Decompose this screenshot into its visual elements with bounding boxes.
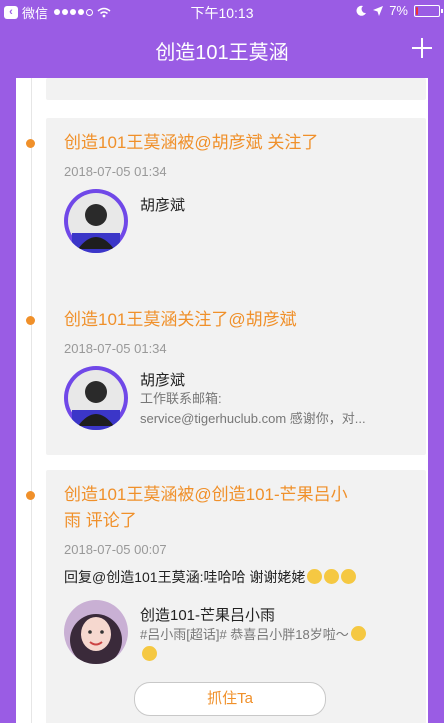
emoji-icon <box>350 626 366 641</box>
timeline-dot <box>26 491 35 500</box>
user-name[interactable]: 胡彦斌 <box>140 369 185 390</box>
feed-title[interactable]: 创造101王莫涵被@胡彦斌 关注了 <box>64 130 318 156</box>
feed-title[interactable]: 创造101王莫涵关注了@胡彦斌 <box>64 307 297 333</box>
feed-card[interactable]: 创造101王莫涵被@胡彦斌 关注了 2018-07-05 01:34 胡彦斌 <box>46 118 426 318</box>
emoji-icon <box>142 646 157 661</box>
status-bar: ‹ 微信 下午10:13 7% <box>0 0 444 22</box>
feed-time: 2018-07-05 01:34 <box>64 341 167 356</box>
feed-title-line2[interactable]: 雨 评论了 <box>64 508 137 534</box>
timeline-dot <box>26 316 35 325</box>
battery-percent: 7% <box>389 3 408 18</box>
battery-icon <box>414 4 443 17</box>
user-desc-line1: 工作联系邮箱: <box>140 391 222 406</box>
user-desc-line2: service@tigerhuclub.com 感谢你，对... <box>140 411 366 426</box>
feed-card[interactable]: 创造101王莫涵关注了@胡彦斌 2018-07-05 01:34 胡彦斌 工作联… <box>46 295 426 455</box>
emoji-icon <box>341 569 357 584</box>
status-right: 7% <box>356 3 443 18</box>
add-button[interactable] <box>408 34 436 62</box>
emoji-icon <box>307 569 323 584</box>
reply-text: 回复@创造101王莫涵:哇哈哈 谢谢姥姥 <box>64 567 357 587</box>
avatar[interactable] <box>64 600 128 664</box>
avatar[interactable] <box>64 366 128 430</box>
timeline-line <box>31 78 32 723</box>
reply-text-content: 回复@创造101王莫涵:哇哈哈 谢谢姥姥 <box>64 569 306 585</box>
user-desc-text: #吕小雨[超话]# 恭喜吕小胖18岁啦～ <box>140 627 349 642</box>
battery-level <box>416 6 418 15</box>
feed-card[interactable]: 创造101王莫涵被@创造101-芒果吕小 雨 评论了 2018-07-05 00… <box>46 470 426 723</box>
avatar[interactable] <box>64 189 128 253</box>
feed-time: 2018-07-05 01:34 <box>64 164 167 179</box>
timeline-dot <box>26 139 35 148</box>
page-title: 创造101王莫涵 <box>155 42 289 64</box>
nav-bar: 创造101王莫涵 <box>0 22 444 78</box>
user-name[interactable]: 创造101-芒果吕小雨 <box>140 604 275 625</box>
user-desc: #吕小雨[超话]# 恭喜吕小胖18岁啦～ <box>140 625 420 665</box>
feed-card-partial[interactable] <box>46 78 426 100</box>
plus-icon <box>412 38 432 58</box>
feed-list[interactable]: 创造101王莫涵被@胡彦斌 关注了 2018-07-05 01:34 胡彦斌 创… <box>16 78 428 723</box>
feed-time: 2018-07-05 00:07 <box>64 542 167 557</box>
feed-title-line1[interactable]: 创造101王莫涵被@创造101-芒果吕小 <box>64 482 348 508</box>
emoji-icon <box>324 569 340 584</box>
user-name[interactable]: 胡彦斌 <box>140 194 185 215</box>
location-arrow-icon <box>373 5 384 16</box>
moon-icon <box>356 5 367 16</box>
catch-ta-button[interactable]: 抓住Ta <box>134 682 326 716</box>
